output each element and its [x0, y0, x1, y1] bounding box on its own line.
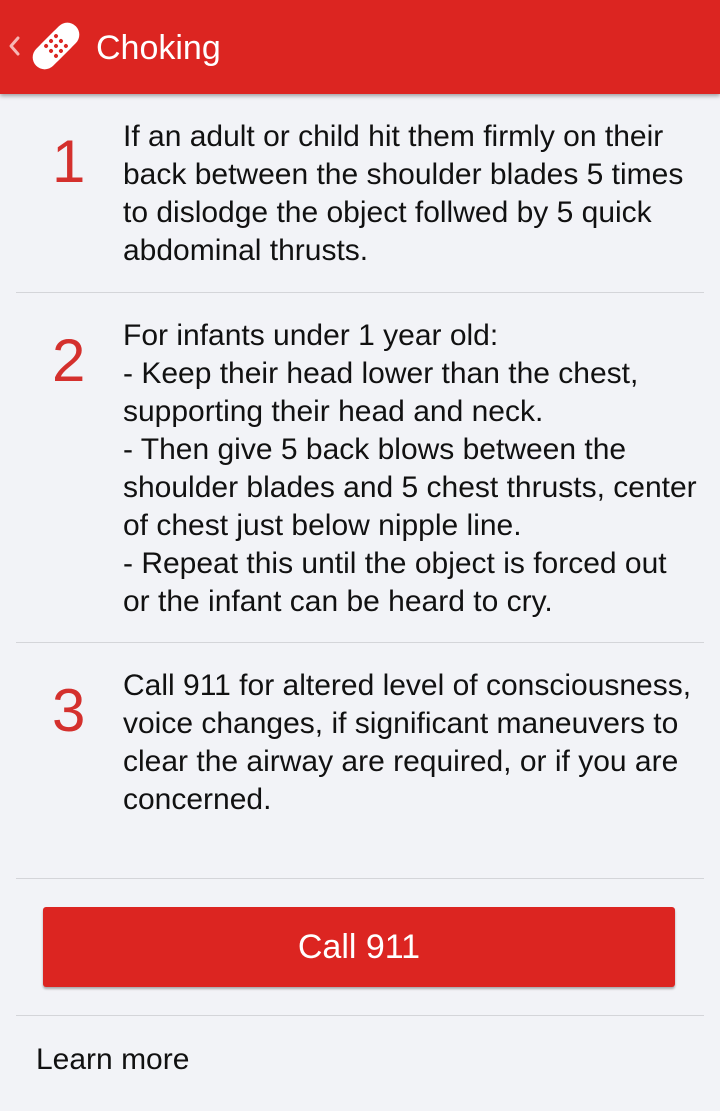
page-title: Choking — [96, 29, 221, 67]
step-item-3: 3 Call 911 for altered level of consciou… — [16, 643, 704, 879]
learn-more-link[interactable]: Learn more — [36, 1041, 189, 1079]
step-text: For infants under 1 year old: - Keep the… — [123, 319, 697, 618]
instructions-list: 1 If an adult or child hit them firmly o… — [0, 94, 720, 1111]
bandage-icon[interactable] — [24, 14, 88, 78]
step-text: Call 911 for altered level of consciousn… — [123, 669, 692, 816]
app-bar: Choking — [0, 0, 720, 94]
step-number: 3 — [52, 677, 86, 744]
call-911-button[interactable]: Call 911 — [43, 907, 675, 987]
step-number: 2 — [52, 327, 86, 394]
step-item-1: 1 If an adult or child hit them firmly o… — [16, 94, 704, 293]
step-text: If an adult or child hit them firmly on … — [123, 120, 684, 267]
step-number: 1 — [52, 128, 86, 195]
chevron-left-icon[interactable] — [6, 30, 22, 62]
call-section: Call 911 — [16, 879, 704, 1016]
step-item-2: 2 For infants under 1 year old: - Keep t… — [16, 293, 704, 643]
